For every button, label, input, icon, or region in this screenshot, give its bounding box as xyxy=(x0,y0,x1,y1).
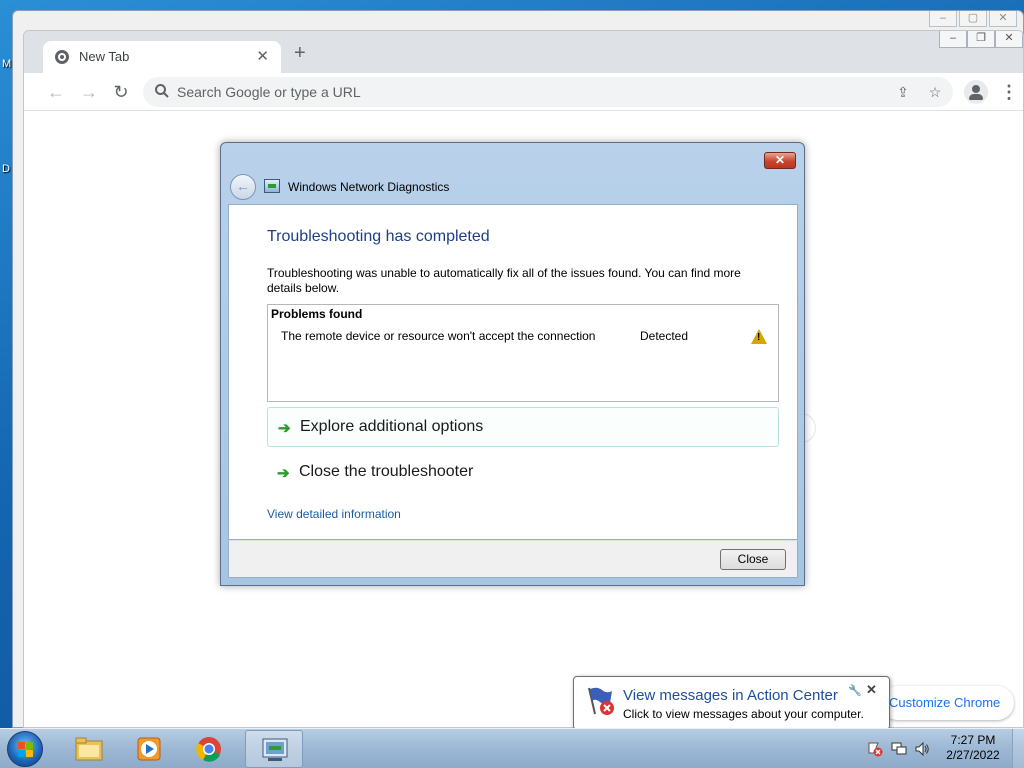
volume-tray-icon[interactable] xyxy=(914,741,930,757)
minimize-icon[interactable]: – xyxy=(939,31,967,48)
problem-row[interactable]: The remote device or resource won't acce… xyxy=(281,329,776,347)
dialog-description: Troubleshooting was unable to automatica… xyxy=(267,266,741,295)
system-clock[interactable]: 7:27 PM 2/27/2022 xyxy=(940,733,1006,763)
dialog-content: Troubleshooting has completed Troublesho… xyxy=(228,204,798,540)
desktop-icon-label[interactable]: M xyxy=(2,58,11,70)
problem-description: The remote device or resource won't acce… xyxy=(281,329,596,343)
back-arrow-icon[interactable]: ← xyxy=(230,174,256,200)
problems-found-title: Problems found xyxy=(271,307,363,321)
restore-icon[interactable]: ❐ xyxy=(967,31,995,48)
maximize-icon[interactable]: ▢ xyxy=(959,11,987,27)
windows-logo-icon xyxy=(18,742,34,758)
view-detailed-information-link[interactable]: View detailed information xyxy=(267,507,401,521)
close-troubleshooter-link[interactable]: ➔ Close the troubleshooter xyxy=(267,453,779,493)
window-controls: – ❐ ✕ xyxy=(939,31,1023,48)
close-icon[interactable]: ✕ xyxy=(989,11,1017,27)
taskbar-network-diagnostics[interactable] xyxy=(245,730,303,768)
green-arrow-icon: ➔ xyxy=(277,465,290,482)
green-arrow-icon: ➔ xyxy=(278,420,291,437)
new-tab-button[interactable]: + xyxy=(294,43,306,63)
notification-text: Click to view messages about your comput… xyxy=(623,707,864,721)
notification-title[interactable]: View messages in Action Center xyxy=(623,687,838,704)
chrome-icon xyxy=(196,737,221,762)
action-center-flag-icon xyxy=(588,687,614,715)
address-bar[interactable]: Search Google or type a URL ⇪ ☆ xyxy=(143,77,953,107)
tab-new-tab[interactable]: New Tab ✕ xyxy=(43,41,281,73)
address-bar-placeholder: Search Google or type a URL xyxy=(177,84,361,100)
tab-strip: New Tab ✕ + – ❐ ✕ xyxy=(24,31,1023,73)
explore-additional-options-link[interactable]: ➔ Explore additional options xyxy=(267,407,779,447)
action-center-notification[interactable]: View messages in Action Center Click to … xyxy=(573,676,890,730)
option-label: Close the troubleshooter xyxy=(299,463,474,480)
start-button[interactable] xyxy=(7,731,43,767)
clock-time: 7:27 PM xyxy=(950,733,996,747)
problem-status: Detected xyxy=(640,329,689,343)
action-center-tray-icon[interactable] xyxy=(867,741,883,757)
tab-title: New Tab xyxy=(79,49,130,64)
search-icon xyxy=(155,84,169,98)
close-icon[interactable]: ✕ xyxy=(866,682,877,698)
desktop-icon-label[interactable]: D xyxy=(2,163,10,175)
background-window-controls: – ▢ ✕ xyxy=(929,11,1017,27)
share-icon[interactable]: ⇪ xyxy=(893,82,913,102)
taskbar-windows-explorer[interactable] xyxy=(60,730,118,768)
network-tray-icon[interactable] xyxy=(891,741,907,757)
customize-chrome-button[interactable]: Customize Chrome xyxy=(881,686,1015,720)
taskbar-windows-media-player[interactable] xyxy=(120,730,178,768)
close-button[interactable]: Close xyxy=(720,549,786,570)
network-diagnostics-icon xyxy=(264,179,280,193)
option-label: Explore additional options xyxy=(300,418,484,435)
profile-avatar-icon[interactable] xyxy=(964,80,988,104)
minimize-icon[interactable]: – xyxy=(929,11,957,27)
close-icon[interactable]: ✕ xyxy=(995,31,1023,48)
clock-date: 2/27/2022 xyxy=(946,748,1000,762)
reload-button[interactable]: ↻ xyxy=(109,80,133,104)
warning-icon: ! xyxy=(751,329,767,344)
dialog-heading: Troubleshooting has completed xyxy=(267,228,490,245)
taskbar-google-chrome[interactable] xyxy=(180,730,238,768)
back-button[interactable]: ← xyxy=(44,80,68,104)
network-diagnostics-icon xyxy=(262,738,288,761)
media-player-icon xyxy=(137,737,161,761)
browser-toolbar: ← → ↻ Search Google or type a URL ⇪ ☆ ⋮ xyxy=(24,73,1023,111)
dialog-close-icon[interactable]: ✕ xyxy=(764,152,796,169)
taskbar: 7:27 PM 2/27/2022 xyxy=(0,728,1024,768)
chrome-menu-icon[interactable]: ⋮ xyxy=(1000,80,1018,104)
dialog-footer: Close xyxy=(228,540,798,578)
tab-close-icon[interactable]: ✕ xyxy=(256,47,269,65)
forward-button[interactable]: → xyxy=(77,80,101,104)
bookmark-star-icon[interactable]: ☆ xyxy=(925,82,945,102)
chrome-favicon-icon xyxy=(55,50,69,64)
wrench-icon[interactable]: 🔧 xyxy=(848,684,862,697)
network-diagnostics-dialog: ✕ ← Windows Network Diagnostics Troubles… xyxy=(220,142,805,586)
show-desktop-button[interactable] xyxy=(1012,729,1024,768)
problems-found-list: Problems found The remote device or reso… xyxy=(267,304,779,402)
folder-icon xyxy=(75,737,103,761)
dialog-title: Windows Network Diagnostics xyxy=(288,180,450,194)
